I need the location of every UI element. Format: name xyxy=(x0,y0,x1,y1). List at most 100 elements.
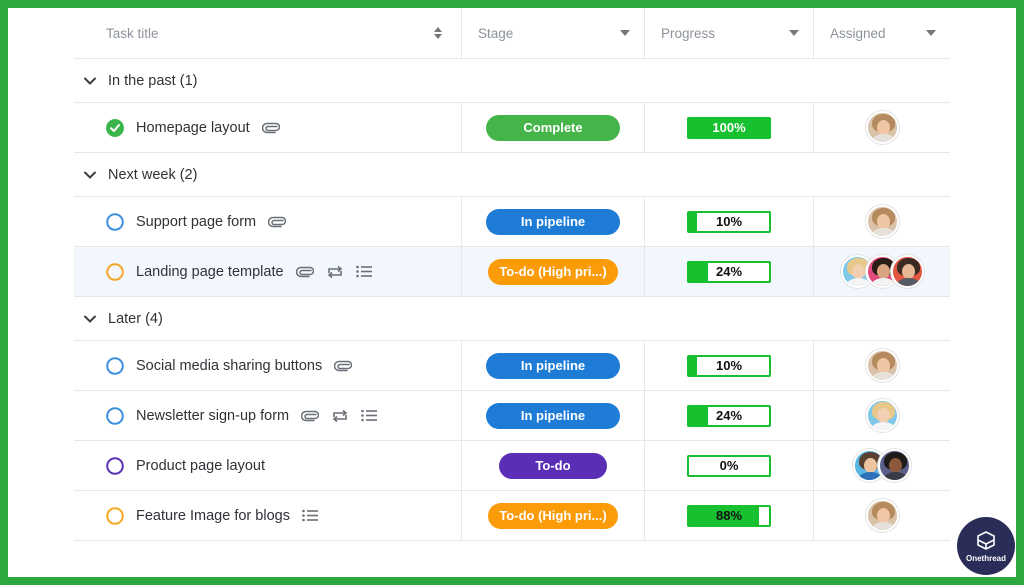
chevron-down-icon[interactable] xyxy=(82,73,98,89)
chevron-down-icon[interactable] xyxy=(82,167,98,183)
attachment-icon[interactable] xyxy=(334,360,353,372)
table-row[interactable]: Feature Image for blogs To-do (High pri..… xyxy=(74,491,950,541)
attachment-icon[interactable] xyxy=(295,266,314,278)
progress-bar[interactable]: 0% xyxy=(687,454,771,477)
assignee-avatars[interactable] xyxy=(865,399,899,432)
assignee-avatars[interactable] xyxy=(840,255,924,288)
stage-badge[interactable]: In pipeline xyxy=(486,402,620,429)
table-row[interactable]: Support page form In pipeline 10% xyxy=(74,197,950,247)
avatar[interactable] xyxy=(865,349,899,382)
task-title[interactable]: Support page form xyxy=(136,214,256,230)
stage-cell[interactable]: Complete xyxy=(462,103,645,152)
stage-cell[interactable]: In pipeline xyxy=(462,341,645,390)
task-title-cell[interactable]: Newsletter sign-up form xyxy=(74,391,462,440)
task-title[interactable]: Social media sharing buttons xyxy=(136,358,322,374)
assigned-cell[interactable] xyxy=(814,247,950,296)
assigned-cell[interactable] xyxy=(814,341,950,390)
assignee-avatars[interactable] xyxy=(853,449,911,482)
progress-bar[interactable]: 24% xyxy=(687,404,771,427)
high-priority-status-circle-icon[interactable] xyxy=(106,262,124,281)
column-header-progress[interactable]: Progress xyxy=(645,8,814,58)
progress-cell[interactable]: 100% xyxy=(645,103,814,152)
column-header-task-title[interactable]: Task title xyxy=(74,8,462,58)
progress-cell[interactable]: 0% xyxy=(645,441,814,490)
task-title[interactable]: Landing page template xyxy=(136,264,284,280)
attachment-icon[interactable] xyxy=(301,410,320,422)
task-title-cell[interactable]: Social media sharing buttons xyxy=(74,341,462,390)
progress-bar[interactable]: 10% xyxy=(687,354,771,377)
progress-cell[interactable]: 10% xyxy=(645,197,814,246)
avatar[interactable] xyxy=(878,449,911,482)
stage-cell[interactable]: To-do (High pri...) xyxy=(462,491,645,540)
assigned-cell[interactable] xyxy=(814,441,950,490)
assignee-avatars[interactable] xyxy=(865,205,899,238)
task-title[interactable]: Newsletter sign-up form xyxy=(136,408,289,424)
task-title[interactable]: Feature Image for blogs xyxy=(136,508,290,524)
avatar[interactable] xyxy=(890,255,924,288)
progress-bar[interactable]: 88% xyxy=(687,504,771,527)
progress-bar[interactable]: 10% xyxy=(687,210,771,233)
checklist-icon[interactable] xyxy=(361,409,378,422)
stage-cell[interactable]: To-do (High pri...) xyxy=(462,247,645,296)
caret-down-icon[interactable] xyxy=(789,30,799,36)
attachment-icon[interactable] xyxy=(268,216,287,228)
progress-cell[interactable]: 88% xyxy=(645,491,814,540)
sort-icon[interactable] xyxy=(433,26,443,40)
progress-bar[interactable]: 100% xyxy=(687,116,771,139)
table-row[interactable]: Homepage layout Complete 100% xyxy=(74,103,950,153)
attachment-icon[interactable] xyxy=(261,122,280,134)
task-title-cell[interactable]: Support page form xyxy=(74,197,462,246)
stage-cell[interactable]: To-do xyxy=(462,441,645,490)
stage-badge[interactable]: In pipeline xyxy=(486,208,620,235)
table-row[interactable]: Landing page template To-do (High pri...)… xyxy=(74,247,950,297)
stage-badge[interactable]: Complete xyxy=(486,114,620,141)
task-title[interactable]: Product page layout xyxy=(136,458,265,474)
column-header-assigned[interactable]: Assigned xyxy=(814,8,950,58)
caret-down-icon[interactable] xyxy=(926,30,936,36)
group-header[interactable]: Later (4) xyxy=(74,297,950,341)
assigned-cell[interactable] xyxy=(814,103,950,152)
caret-down-icon[interactable] xyxy=(620,30,630,36)
assignee-avatars[interactable] xyxy=(865,349,899,382)
task-title-cell[interactable]: Homepage layout xyxy=(74,103,462,152)
stage-badge[interactable]: In pipeline xyxy=(486,352,620,379)
recurring-icon[interactable] xyxy=(326,265,344,279)
stage-cell[interactable]: In pipeline xyxy=(462,391,645,440)
pipeline-status-circle-icon[interactable] xyxy=(106,356,124,375)
assigned-cell[interactable] xyxy=(814,197,950,246)
progress-cell[interactable]: 24% xyxy=(645,247,814,296)
progress-cell[interactable]: 10% xyxy=(645,341,814,390)
avatar[interactable] xyxy=(865,499,899,532)
avatar[interactable] xyxy=(865,111,899,144)
stage-badge[interactable]: To-do (High pri...) xyxy=(488,258,618,285)
task-title[interactable]: Homepage layout xyxy=(136,120,250,136)
table-row[interactable]: Social media sharing buttons In pipeline 1… xyxy=(74,341,950,391)
column-header-stage[interactable]: Stage xyxy=(462,8,645,58)
recurring-icon[interactable] xyxy=(331,409,349,423)
checklist-icon[interactable] xyxy=(302,509,318,522)
progress-bar[interactable]: 24% xyxy=(687,260,771,283)
todo-status-circle-icon[interactable] xyxy=(106,456,124,475)
pipeline-status-circle-icon[interactable] xyxy=(106,212,124,231)
avatar[interactable] xyxy=(865,399,899,432)
checklist-icon[interactable] xyxy=(355,265,372,278)
task-title-cell[interactable]: Landing page template xyxy=(74,247,462,296)
task-title-cell[interactable]: Feature Image for blogs xyxy=(74,491,462,540)
task-title-cell[interactable]: Product page layout xyxy=(74,441,462,490)
group-header[interactable]: Next week (2) xyxy=(74,153,950,197)
table-row[interactable]: Newsletter sign-up form In pipeline 24% xyxy=(74,391,950,441)
progress-cell[interactable]: 24% xyxy=(645,391,814,440)
avatar[interactable] xyxy=(865,205,899,238)
pipeline-status-circle-icon[interactable] xyxy=(106,406,124,425)
high-priority-status-circle-icon[interactable] xyxy=(106,506,124,525)
stage-badge[interactable]: To-do (High pri...) xyxy=(488,502,618,529)
stage-badge[interactable]: To-do xyxy=(499,452,607,479)
stage-cell[interactable]: In pipeline xyxy=(462,197,645,246)
assignee-avatars[interactable] xyxy=(865,499,899,532)
assigned-cell[interactable] xyxy=(814,491,950,540)
completed-check-icon[interactable] xyxy=(106,118,124,137)
chevron-down-icon[interactable] xyxy=(82,311,98,327)
group-header[interactable]: In the past (1) xyxy=(74,59,950,103)
assignee-avatars[interactable] xyxy=(865,111,899,144)
table-row[interactable]: Product page layout To-do 0% xyxy=(74,441,950,491)
